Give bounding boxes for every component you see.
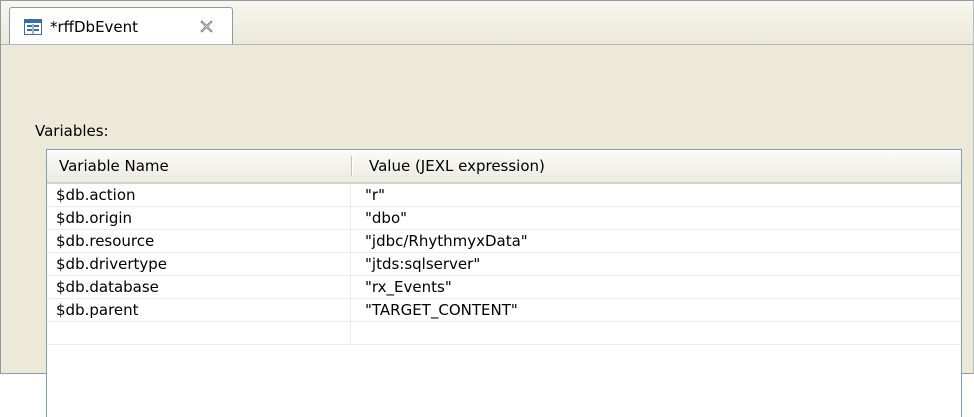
table-header: Variable Name Value (JEXL expression): [47, 150, 961, 184]
variable-name-cell[interactable]: $db.action: [47, 184, 351, 206]
table-row[interactable]: $db.action "r": [47, 184, 961, 207]
variable-value-cell[interactable]: "jdbc/RhythmyxData": [352, 230, 961, 252]
variable-value-cell[interactable]: "TARGET_CONTENT": [352, 299, 961, 321]
variable-value-cell[interactable]: "rx_Events": [352, 276, 961, 298]
variable-name-cell[interactable]: $db.parent: [47, 299, 351, 321]
variable-name-cell[interactable]: [47, 322, 351, 344]
table-row[interactable]: $db.parent "TARGET_CONTENT": [47, 299, 961, 322]
variable-value-cell[interactable]: "dbo": [352, 207, 961, 229]
variable-name-cell[interactable]: $db.database: [47, 276, 351, 298]
variable-name-cell[interactable]: $db.drivertype: [47, 253, 351, 275]
variables-label: Variables:: [35, 122, 109, 140]
tab-title: *rffDbEvent: [50, 18, 139, 36]
variables-table[interactable]: Variable Name Value (JEXL expression) $d…: [46, 149, 962, 417]
variable-name-cell[interactable]: $db.resource: [47, 230, 351, 252]
column-header-variable-name[interactable]: Variable Name: [47, 150, 351, 182]
editor-tab-bar: *rffDbEvent: [1, 1, 973, 45]
table-body: $db.action "r" $db.origin "dbo" $db.reso…: [47, 184, 961, 345]
table-row[interactable]: $db.origin "dbo": [47, 207, 961, 230]
variable-value-cell[interactable]: [352, 322, 961, 344]
tab-rffdbevent[interactable]: *rffDbEvent: [9, 7, 233, 44]
editor-window: *rffDbEvent Variables: Variable Name Val…: [0, 0, 974, 417]
column-header-value[interactable]: Value (JEXL expression): [352, 150, 961, 182]
variable-value-cell[interactable]: "jtds:sqlserver": [352, 253, 961, 275]
variable-name-cell[interactable]: $db.origin: [47, 207, 351, 229]
table-row[interactable]: $db.database "rx_Events": [47, 276, 961, 299]
table-row[interactable]: $db.drivertype "jtds:sqlserver": [47, 253, 961, 276]
table-row[interactable]: $db.resource "jdbc/RhythmyxData": [47, 230, 961, 253]
close-icon[interactable]: [199, 19, 214, 34]
form-area: Variables: Variable Name Value (JEXL exp…: [1, 45, 973, 417]
variable-value-cell[interactable]: "r": [352, 184, 961, 206]
form-editor-icon: [24, 19, 42, 35]
table-row-empty[interactable]: [47, 322, 961, 345]
